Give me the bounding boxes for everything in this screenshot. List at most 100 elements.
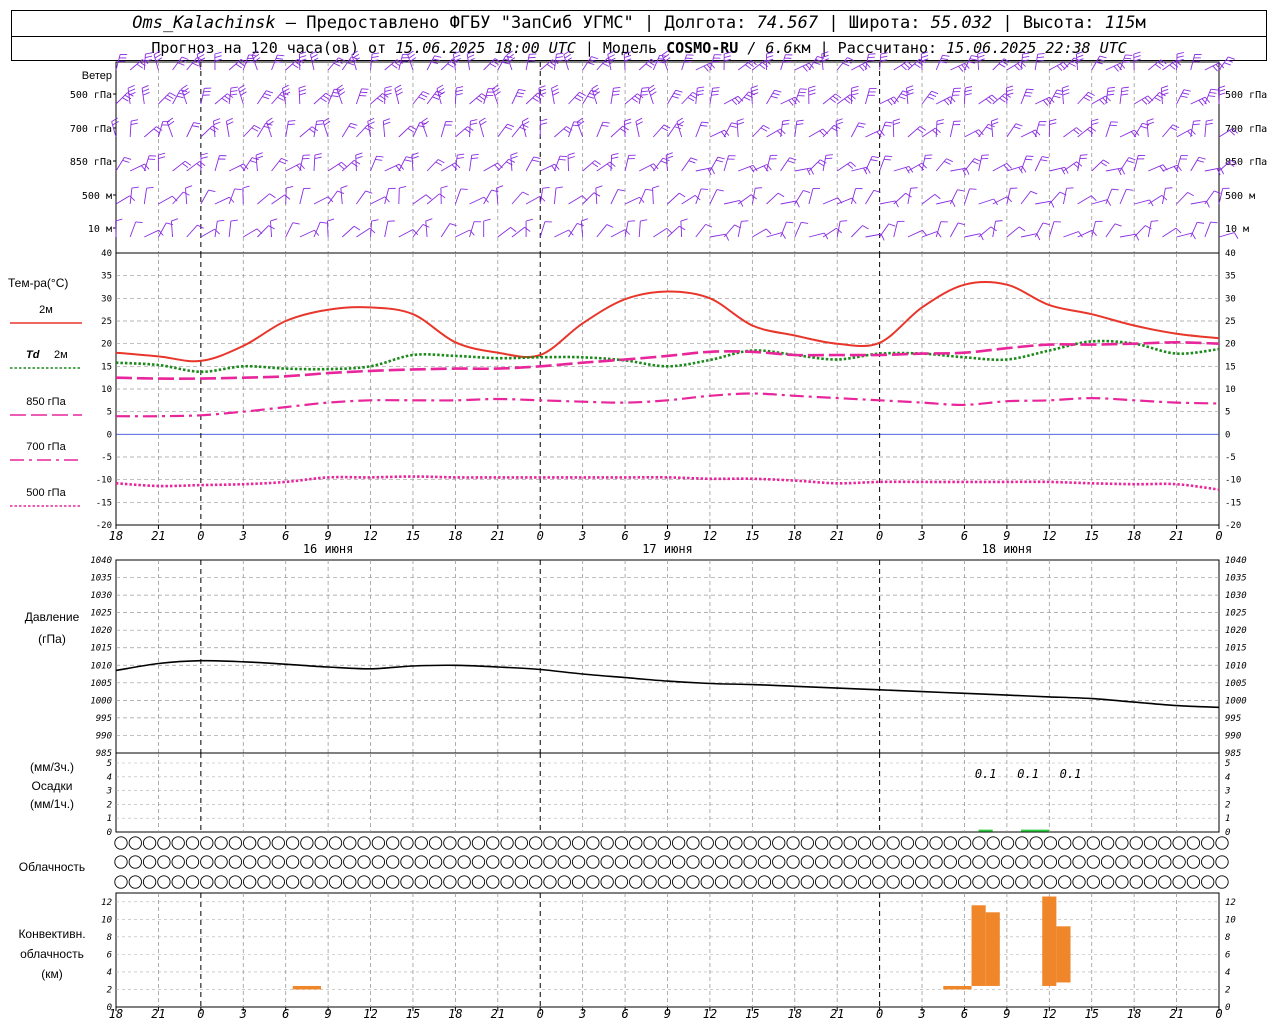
wind-barb-flag (282, 88, 290, 93)
wind-barb-flag (338, 91, 346, 96)
conv-ytick-left: 12 (101, 898, 112, 908)
wind-barb (723, 95, 739, 105)
wind-barb (440, 223, 451, 238)
wind-barb-flag (1124, 57, 1132, 60)
temp-ytick-right: 5 (1225, 408, 1230, 418)
wind-barb-flag (311, 54, 318, 59)
conv-title-line: облачность (20, 947, 84, 961)
wind-barb-flag (1037, 56, 1045, 59)
wind-barb-flag (589, 59, 597, 63)
temp-ytick-right: 15 (1225, 362, 1236, 372)
wind-barb (327, 89, 335, 105)
temp-legend-label: 2м (39, 304, 53, 316)
cloud-symbol (200, 855, 214, 869)
temp-day-label: 17 июня (642, 542, 693, 556)
wind-barb-flag (716, 189, 724, 192)
wind-barb (879, 121, 886, 138)
wind-barb-flag (631, 97, 638, 103)
temp-ytick-right: 10 (1225, 385, 1236, 395)
wind-barb-flag (1059, 63, 1066, 70)
wind-barb-flag (435, 161, 443, 166)
wind-barb-flag (1091, 118, 1099, 122)
cloud-symbol (114, 875, 128, 889)
temp-xtick: 12 (1042, 529, 1056, 543)
cloud-symbol (1000, 875, 1015, 889)
wind-barb-flag (766, 51, 774, 55)
wind-barb-flag (705, 223, 713, 228)
wind-barb-flag (711, 94, 719, 96)
wind-barb (228, 59, 242, 71)
wind-barb (1176, 192, 1188, 205)
wind-barb (1091, 159, 1104, 172)
cloud-symbol (814, 855, 829, 869)
wind-barb-flag (1055, 92, 1063, 96)
wind-barb (185, 188, 188, 205)
wind-barb-flag (1208, 95, 1216, 97)
wind-barb-flag (555, 59, 563, 62)
conv-ytick-right: 8 (1225, 933, 1230, 943)
cloud-symbol (786, 875, 800, 889)
wind-barb-flag (320, 97, 327, 103)
wind-barb (1006, 123, 1017, 138)
temp-ytick-left: 25 (101, 317, 112, 327)
wind-barb-flag (494, 58, 502, 63)
temp-xtick: 0 (537, 529, 544, 543)
wind-barb-flag (591, 162, 599, 168)
wind-barb-flag (288, 120, 296, 122)
wind-barb (1148, 59, 1161, 71)
wind-barb-flag (640, 94, 648, 96)
wind-barb-flag (808, 92, 816, 96)
wind-barb-flag (847, 96, 854, 102)
wind-barb-flag (893, 118, 900, 122)
wind-barb-flag (1049, 118, 1057, 122)
wind-barb-flag (478, 95, 486, 101)
wind-barb-flag (393, 61, 401, 67)
wind-barb-flag (371, 219, 379, 222)
wind-barb-flag (690, 94, 697, 99)
wind-barb-flag (563, 128, 570, 134)
conv-bar (1042, 896, 1057, 986)
cloud-symbol (228, 855, 243, 869)
precip-annotation: 0.1 (1017, 767, 1039, 781)
wind-barb-flag (1026, 155, 1034, 157)
wind-level-label-right: 10 м (1225, 224, 1249, 235)
wind-barb (737, 221, 742, 238)
wind-barb-flag (351, 50, 358, 56)
wind-barb (271, 158, 282, 172)
wind-barb-flag (286, 186, 294, 189)
wind-barb-flag (213, 118, 221, 122)
wind-barb-flag (991, 118, 999, 122)
wind-barb (624, 221, 629, 238)
wind-barb (1148, 194, 1162, 205)
cloud-symbol (886, 875, 900, 889)
wind-barb-flag (650, 91, 657, 96)
cloud-symbol (900, 836, 915, 850)
wind-barb-flag (522, 191, 529, 196)
wind-barb-flag (519, 126, 527, 131)
wind-barb (681, 157, 692, 172)
conv-title-line: Конвективн. (18, 927, 85, 941)
wind-barb (469, 196, 485, 205)
wind-barb-flag (521, 117, 529, 122)
wind-barb (271, 54, 278, 71)
cloud-symbol (371, 855, 386, 869)
wind-barb-flag (1107, 90, 1115, 93)
wind-barb-flag (661, 50, 669, 56)
wind-barb-flag (421, 117, 428, 123)
wind-barb-flag (602, 121, 610, 124)
wind-barb-flag (611, 156, 619, 159)
wind-barb-flag (455, 89, 463, 92)
cloud-symbol (1201, 855, 1215, 869)
wind-barb-flag (555, 186, 563, 189)
wind-barb-flag (239, 87, 246, 93)
wind-barb-flag (491, 189, 499, 193)
wind-barb-flag (1111, 188, 1119, 191)
wind-barb (808, 128, 823, 138)
wind-barb-flag (591, 56, 599, 60)
wind-barb-flag (171, 218, 179, 222)
pressure-ytick-right: 985 (1225, 749, 1241, 759)
cloud-symbol (114, 855, 128, 869)
precip-ytick-left: 5 (107, 759, 112, 769)
wind-barb (865, 129, 881, 138)
temp-xtick: 18 (1127, 529, 1141, 543)
